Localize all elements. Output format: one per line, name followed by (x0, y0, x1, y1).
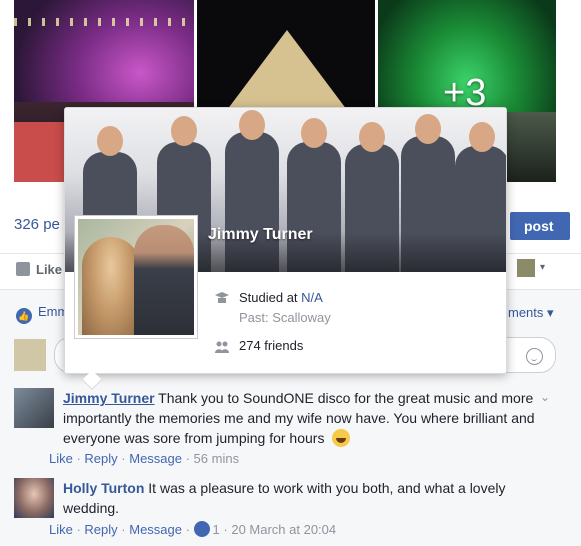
comment-actions: Like · Reply · Message · 56 mins (49, 451, 239, 466)
past-education: Past: Scalloway (239, 310, 331, 325)
groomsman-head (469, 122, 495, 152)
groomsman-head (359, 122, 385, 152)
profile-name[interactable]: Jimmy Turner (208, 226, 313, 244)
groomsman-head (97, 126, 123, 156)
friends-icon (215, 341, 229, 353)
reply-link[interactable]: Reply (84, 451, 117, 466)
views-count[interactable]: 326 pe (14, 216, 60, 233)
laughing-emoji-icon (332, 429, 351, 447)
reaction-count[interactable]: 1 (213, 522, 220, 537)
like-reaction-icon[interactable] (193, 521, 210, 537)
facebook-post-frame: +3 326 pe post Like ▾ 👍 Emm ments ▾ Jimmy… (0, 0, 581, 546)
friends-count[interactable]: 274 friends (239, 338, 303, 353)
profile-hovercard: Jimmy Turner Studied at N/A Past: Scallo… (64, 107, 507, 390)
like-link[interactable]: Like (49, 451, 73, 466)
separator: · (181, 522, 194, 537)
chevron-down-icon[interactable]: ⌄ (540, 390, 550, 404)
like-action[interactable]: Like (16, 262, 62, 282)
comment-author[interactable]: Holly Turton (63, 480, 144, 496)
avatar (14, 339, 46, 371)
separator: · (72, 451, 85, 466)
bride-figure (82, 237, 140, 335)
reaction-summary[interactable]: 👍 Emm (16, 304, 68, 324)
smiley-icon[interactable] (526, 348, 543, 365)
like-reaction-icon: 👍 (16, 308, 32, 324)
school-icon (215, 292, 229, 303)
avatar[interactable] (14, 478, 54, 518)
fairy-lights (14, 18, 194, 26)
comment-author[interactable]: Jimmy Turner (63, 390, 155, 406)
like-link[interactable]: Like (49, 522, 73, 537)
chevron-down-icon[interactable]: ▾ (540, 262, 545, 273)
friends-line: 274 friends (215, 338, 495, 358)
separator: · (181, 451, 194, 466)
comment-body: Jimmy Turner Thank you to SoundONE disco… (63, 388, 553, 448)
tent-shape (227, 30, 347, 110)
education-prefix: Studied at (239, 290, 302, 305)
page-avatar[interactable] (517, 259, 535, 277)
profile-picture[interactable] (74, 215, 198, 339)
more-comments-label: ments (508, 305, 544, 320)
comment-body: Holly Turton It was a pleasure to work w… (63, 478, 553, 518)
thumbs-up-icon (16, 262, 30, 276)
groomsman-head (301, 118, 327, 148)
separator: · (219, 522, 232, 537)
groom-figure (134, 225, 194, 335)
groomsman-head (239, 110, 265, 140)
profile-photo (78, 219, 194, 335)
message-link[interactable]: Message (129, 451, 182, 466)
more-comments-link[interactable]: ments ▾ (508, 305, 554, 321)
comment-time[interactable]: 56 mins (194, 451, 240, 466)
comment-time[interactable]: 20 March at 20:04 (231, 522, 336, 537)
avatar[interactable] (14, 388, 54, 428)
reply-link[interactable]: Reply (84, 522, 117, 537)
comment-actions: Like · Reply · Message · 1 · 20 March at… (49, 521, 336, 537)
like-label: Like (36, 262, 63, 277)
education-line: Studied at N/A (215, 290, 495, 310)
message-link[interactable]: Message (129, 522, 182, 537)
groomsman-head (415, 114, 441, 144)
separator: · (117, 451, 130, 466)
groomsman-head (171, 116, 197, 146)
red-table (14, 122, 64, 182)
post-button[interactable]: post (510, 212, 570, 240)
education-link[interactable]: N/A (301, 290, 323, 305)
separator: · (117, 522, 130, 537)
separator: · (72, 522, 85, 537)
profile-details: Studied at N/A Past: Scalloway 274 frien… (215, 290, 495, 358)
